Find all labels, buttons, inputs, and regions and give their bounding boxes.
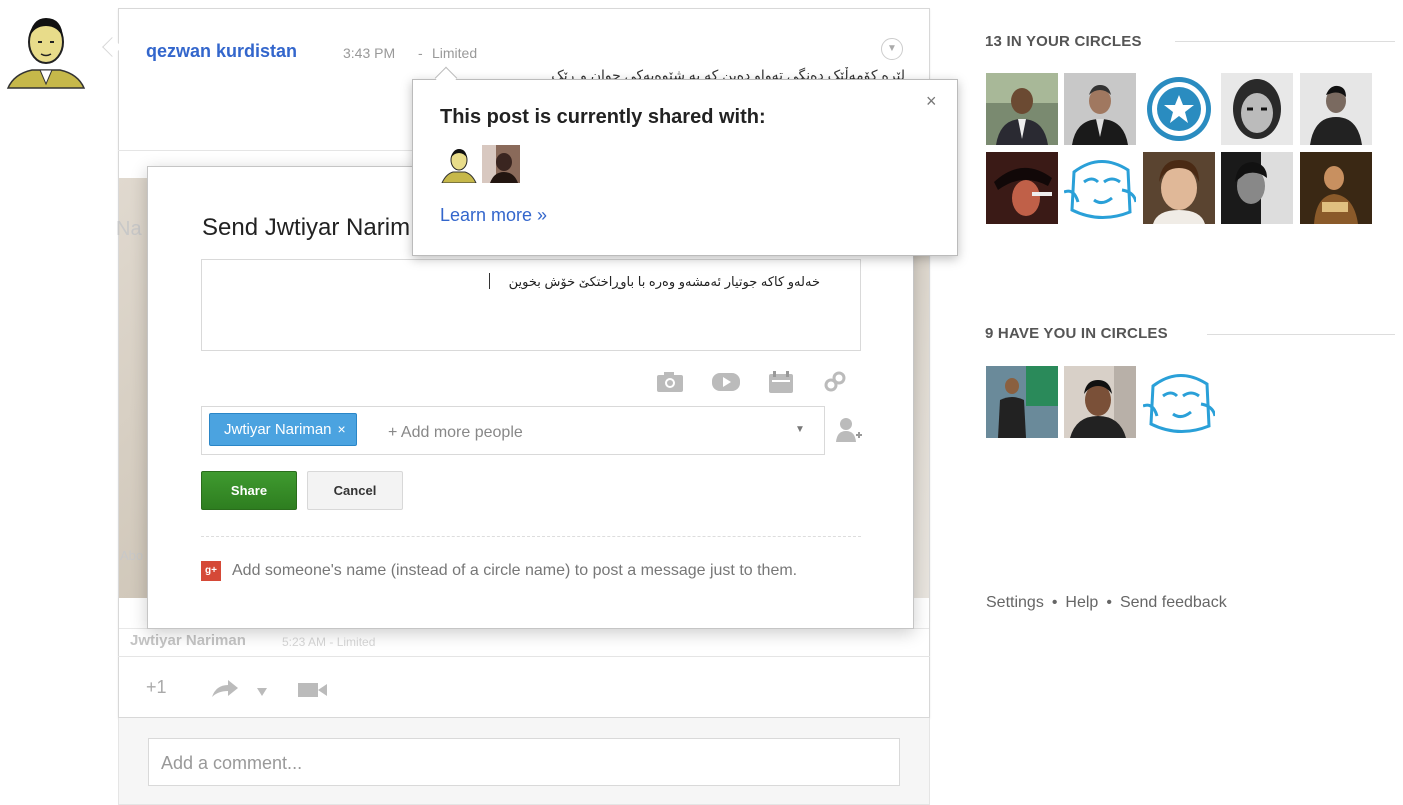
circle-member-avatar[interactable] bbox=[1221, 152, 1293, 224]
circle-member-avatar[interactable] bbox=[1143, 73, 1215, 145]
dialog-divider bbox=[201, 536, 861, 537]
add-video-icon[interactable] bbox=[711, 371, 740, 393]
embedded-about-fragment: Abo bbox=[120, 548, 144, 563]
circles-heading-rule bbox=[1175, 41, 1395, 42]
followers-heading-rule bbox=[1207, 334, 1395, 335]
circle-member-avatar[interactable] bbox=[1143, 152, 1215, 224]
circle-member-avatar[interactable] bbox=[986, 152, 1058, 224]
share-button[interactable]: Share bbox=[201, 471, 297, 510]
shared-avatar[interactable] bbox=[440, 145, 478, 184]
dialog-title: Send Jwtiyar Narim bbox=[202, 214, 411, 241]
add-event-icon[interactable] bbox=[767, 370, 795, 393]
embedded-title-fragment: Na bbox=[116, 218, 142, 240]
author-name[interactable]: qezwan kurdistan bbox=[146, 41, 297, 62]
circle-member-avatar[interactable] bbox=[1064, 73, 1136, 145]
circle-member-avatar[interactable] bbox=[1300, 73, 1372, 145]
post-visibility[interactable]: Limited bbox=[432, 45, 477, 61]
cancel-button[interactable]: Cancel bbox=[307, 471, 403, 510]
actions-divider bbox=[118, 656, 930, 657]
plus-one-button[interactable]: +1 bbox=[146, 677, 167, 698]
footer-links: Settings • Help • Send feedback bbox=[986, 594, 1227, 612]
follower-avatar[interactable] bbox=[1064, 366, 1136, 438]
post-meta-separator: - bbox=[418, 45, 423, 61]
help-link[interactable]: Help bbox=[1065, 594, 1098, 611]
post-time[interactable]: 3:43 PM bbox=[343, 45, 395, 61]
footer-bullet: • bbox=[1106, 594, 1112, 611]
settings-link[interactable]: Settings bbox=[986, 594, 1044, 611]
comment-input[interactable]: Add a comment... bbox=[148, 738, 900, 786]
share-options-caret-icon[interactable] bbox=[256, 684, 268, 702]
remove-recipient-icon[interactable]: × bbox=[338, 421, 346, 437]
shared-avatar[interactable] bbox=[482, 145, 520, 183]
dialog-hint: Add someone's name (instead of a circle … bbox=[232, 562, 798, 579]
footer-bullet: • bbox=[1051, 594, 1058, 611]
learn-more-link[interactable]: Learn more » bbox=[440, 205, 547, 226]
circle-member-avatar[interactable] bbox=[1064, 152, 1136, 224]
post-menu-chevron-icon[interactable]: ▼ bbox=[881, 38, 903, 60]
hangout-video-icon[interactable] bbox=[297, 681, 329, 704]
recipient-chip[interactable]: Jwtiyar Nariman × bbox=[209, 413, 357, 446]
recipients-dropdown-icon[interactable]: ▼ bbox=[795, 424, 805, 435]
reshare-author: Jwtiyar Nariman bbox=[130, 632, 246, 649]
message-textarea[interactable] bbox=[201, 259, 861, 351]
add-people-input[interactable]: + Add more people bbox=[388, 424, 523, 442]
text-caret bbox=[489, 273, 490, 289]
author-avatar[interactable] bbox=[4, 8, 88, 92]
message-text[interactable]: خەلەو کاکە جوتیار ئەمشەو وەرە با باوڕاخت… bbox=[490, 274, 820, 290]
send-feedback-link[interactable]: Send feedback bbox=[1120, 594, 1227, 611]
circles-heading: 13 IN YOUR CIRCLES bbox=[985, 33, 1142, 50]
follower-avatar[interactable] bbox=[986, 366, 1058, 438]
circle-member-avatar[interactable] bbox=[986, 73, 1058, 145]
recipient-name: Jwtiyar Nariman bbox=[224, 421, 332, 438]
popover-title: This post is currently shared with: bbox=[440, 106, 766, 128]
reshare-meta: 5:23 AM - Limited bbox=[282, 635, 376, 649]
popover-close-icon[interactable]: × bbox=[926, 91, 937, 112]
follower-avatar[interactable] bbox=[1143, 366, 1215, 438]
circle-member-avatar[interactable] bbox=[1300, 152, 1372, 224]
followers-heading: 9 HAVE YOU IN CIRCLES bbox=[985, 325, 1168, 342]
share-arrow-icon[interactable] bbox=[210, 679, 240, 704]
circle-member-avatar[interactable] bbox=[1221, 73, 1293, 145]
google-plus-icon: g+ bbox=[201, 561, 221, 581]
add-person-icon[interactable] bbox=[835, 416, 863, 449]
add-link-icon[interactable] bbox=[822, 370, 850, 392]
add-photo-icon[interactable] bbox=[656, 371, 684, 393]
